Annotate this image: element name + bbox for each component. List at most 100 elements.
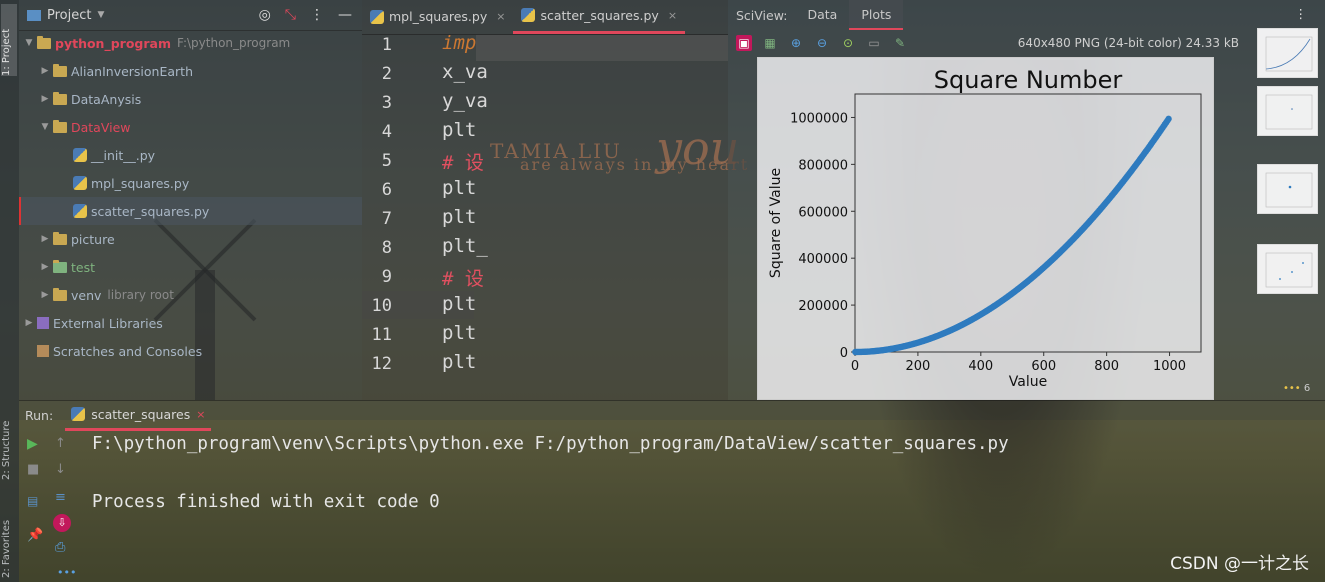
line-number: 5 — [381, 151, 392, 171]
chevron-right-icon[interactable]: ▶ — [39, 290, 51, 300]
tree-item-venv[interactable]: ▶ venv library root — [19, 281, 362, 309]
plot-thumbnail[interactable] — [1257, 28, 1318, 78]
tree-item-external-libraries[interactable]: ▶ External Libraries — [19, 309, 362, 337]
scratches-icon — [37, 345, 49, 357]
plot-axes-frame — [854, 93, 1202, 353]
tree-item-label: __init__.py — [91, 147, 156, 163]
actual-size-icon[interactable]: ⊙ — [840, 35, 856, 51]
tab-label: mpl_squares.py — [389, 9, 488, 24]
python-file-icon — [73, 148, 87, 162]
code-line[interactable]: imp — [442, 32, 476, 54]
chevron-right-icon[interactable]: ▶ — [39, 262, 51, 272]
x-tick-label: 600 — [1031, 359, 1056, 374]
code-line[interactable]: plt — [442, 119, 476, 141]
run-label: Run: — [25, 408, 54, 423]
background-overlay-text: TAMIA LIU you are always in my heart — [490, 115, 749, 175]
tree-item-scatter-squares[interactable]: scatter_squares.py — [19, 197, 362, 225]
favorites-tool-button[interactable]: 2: Favorites — [1, 496, 17, 578]
folder-icon — [53, 287, 67, 301]
tab-scatter-squares[interactable]: scatter_squares.py × — [513, 0, 686, 34]
y-tick-label: 1000000 — [790, 111, 848, 126]
tree-item-init-py[interactable]: __init__.py — [19, 141, 362, 169]
plot-mode-icon[interactable]: ▣ — [736, 35, 752, 51]
code-line[interactable]: # 设 — [442, 264, 484, 291]
code-line[interactable]: y_va — [442, 90, 488, 112]
console-output[interactable]: F:\python_program\venv\Scripts\python.ex… — [92, 430, 1009, 517]
tab-plots[interactable]: Plots — [849, 0, 904, 30]
tree-item-sublabel: library root — [107, 288, 174, 302]
tab-data[interactable]: Data — [795, 0, 849, 30]
code-line[interactable]: plt_ — [442, 235, 488, 257]
code-line[interactable]: plt — [442, 322, 476, 344]
close-icon[interactable]: × — [668, 9, 677, 22]
code-line[interactable]: x_va — [442, 61, 488, 83]
grid-icon[interactable]: ▦ — [762, 35, 778, 51]
close-icon[interactable]: × — [196, 408, 205, 421]
folder-icon — [53, 63, 67, 77]
project-tool-button[interactable]: 1: Project — [1, 4, 17, 76]
zoom-out-icon[interactable]: ⊖ — [814, 35, 830, 51]
chevron-right-icon[interactable]: ▶ — [39, 66, 51, 76]
soft-wrap-icon[interactable]: ≡ — [55, 490, 66, 505]
locate-icon[interactable]: ◎ — [259, 7, 271, 23]
structure-tool-button[interactable]: 2: Structure — [1, 398, 17, 480]
rerun-icon[interactable]: ▶ — [27, 436, 38, 452]
chevron-down-icon[interactable]: ▼ — [23, 38, 35, 48]
scroll-up-icon[interactable]: ↑ — [55, 436, 66, 451]
layout-icon[interactable]: ▤ — [27, 494, 38, 508]
code-line[interactable]: plt — [442, 351, 476, 373]
plot-thumbnail[interactable] — [1257, 164, 1318, 214]
line-number: 3 — [381, 93, 392, 113]
folder-icon — [37, 35, 51, 49]
tree-item-label: DataView — [71, 119, 131, 135]
line-number: 1 — [381, 35, 392, 55]
chevron-down-icon[interactable]: ▼ — [39, 122, 51, 132]
tree-item-mpl-squares[interactable]: mpl_squares.py — [19, 169, 362, 197]
tab-mpl-squares[interactable]: mpl_squares.py × — [362, 0, 513, 34]
minimize-icon[interactable]: — — [338, 7, 352, 23]
tree-item-test[interactable]: ▶ test — [19, 253, 362, 281]
stop-icon[interactable]: ■ — [27, 462, 39, 477]
plot-thumbnail[interactable] — [1257, 244, 1318, 294]
code-line[interactable]: plt — [442, 206, 476, 228]
fit-icon[interactable]: ▭ — [866, 35, 882, 51]
tree-item-label: test — [71, 259, 96, 275]
zoom-in-icon[interactable]: ⊕ — [788, 35, 804, 51]
color-picker-icon[interactable]: ✎ — [892, 35, 908, 51]
more-plots-indicator[interactable]: ••• 6 — [1283, 383, 1310, 394]
tree-item-label: picture — [71, 231, 115, 247]
code-line[interactable]: plt — [442, 293, 476, 315]
more-options-icon[interactable]: ⋮ — [310, 7, 324, 23]
close-icon[interactable]: × — [496, 10, 505, 23]
chevron-right-icon[interactable]: ▶ — [39, 94, 51, 104]
tree-item-alianinversionearth[interactable]: ▶ AlianInversionEarth — [19, 57, 362, 85]
more-icon[interactable]: ••• — [57, 566, 76, 579]
tree-item-python-program[interactable]: ▼ python_program F:\python_program — [19, 29, 362, 57]
scroll-down-icon[interactable]: ↓ — [55, 462, 66, 477]
tree-item-dataanysis[interactable]: ▶ DataAnysis — [19, 85, 362, 113]
python-file-icon — [370, 9, 384, 24]
axis-ticks: 0 200 400 600 800 1000 0 200000 400000 600000 8000… — [790, 111, 1186, 374]
more-options-icon[interactable]: ⋮ — [1295, 6, 1308, 21]
x-tick-label: 400 — [968, 359, 993, 374]
tree-item-dataview[interactable]: ▼ DataView — [19, 113, 362, 141]
tab-run-scatter-squares[interactable]: scatter_squares × — [65, 401, 212, 431]
chevron-right-icon[interactable]: ▶ — [39, 234, 51, 244]
tree-item-picture[interactable]: ▶ picture — [19, 225, 362, 253]
collapse-icon[interactable]: ⤡ — [285, 7, 296, 23]
library-icon — [37, 317, 49, 329]
scroll-to-end-icon[interactable]: ⇩ — [53, 514, 71, 532]
chevron-right-icon[interactable]: ▶ — [23, 318, 35, 328]
project-panel-title[interactable]: Project — [47, 8, 91, 23]
pin-icon[interactable]: 📌 — [27, 528, 43, 543]
line-number: 7 — [381, 209, 392, 229]
plot-image[interactable]: Square Number 0 200 400 600 800 1000 0 200000 40… — [757, 57, 1214, 400]
code-line[interactable]: plt — [442, 177, 476, 199]
line-number: 8 — [381, 238, 392, 258]
code-line[interactable]: # 设 — [442, 148, 484, 175]
print-icon[interactable]: ⎙ — [55, 540, 65, 555]
line-number: 4 — [381, 122, 392, 142]
tree-item-scratches[interactable]: Scratches and Consoles — [19, 337, 362, 365]
chevron-down-icon[interactable]: ▼ — [97, 10, 104, 20]
plot-thumbnail[interactable] — [1257, 86, 1318, 136]
